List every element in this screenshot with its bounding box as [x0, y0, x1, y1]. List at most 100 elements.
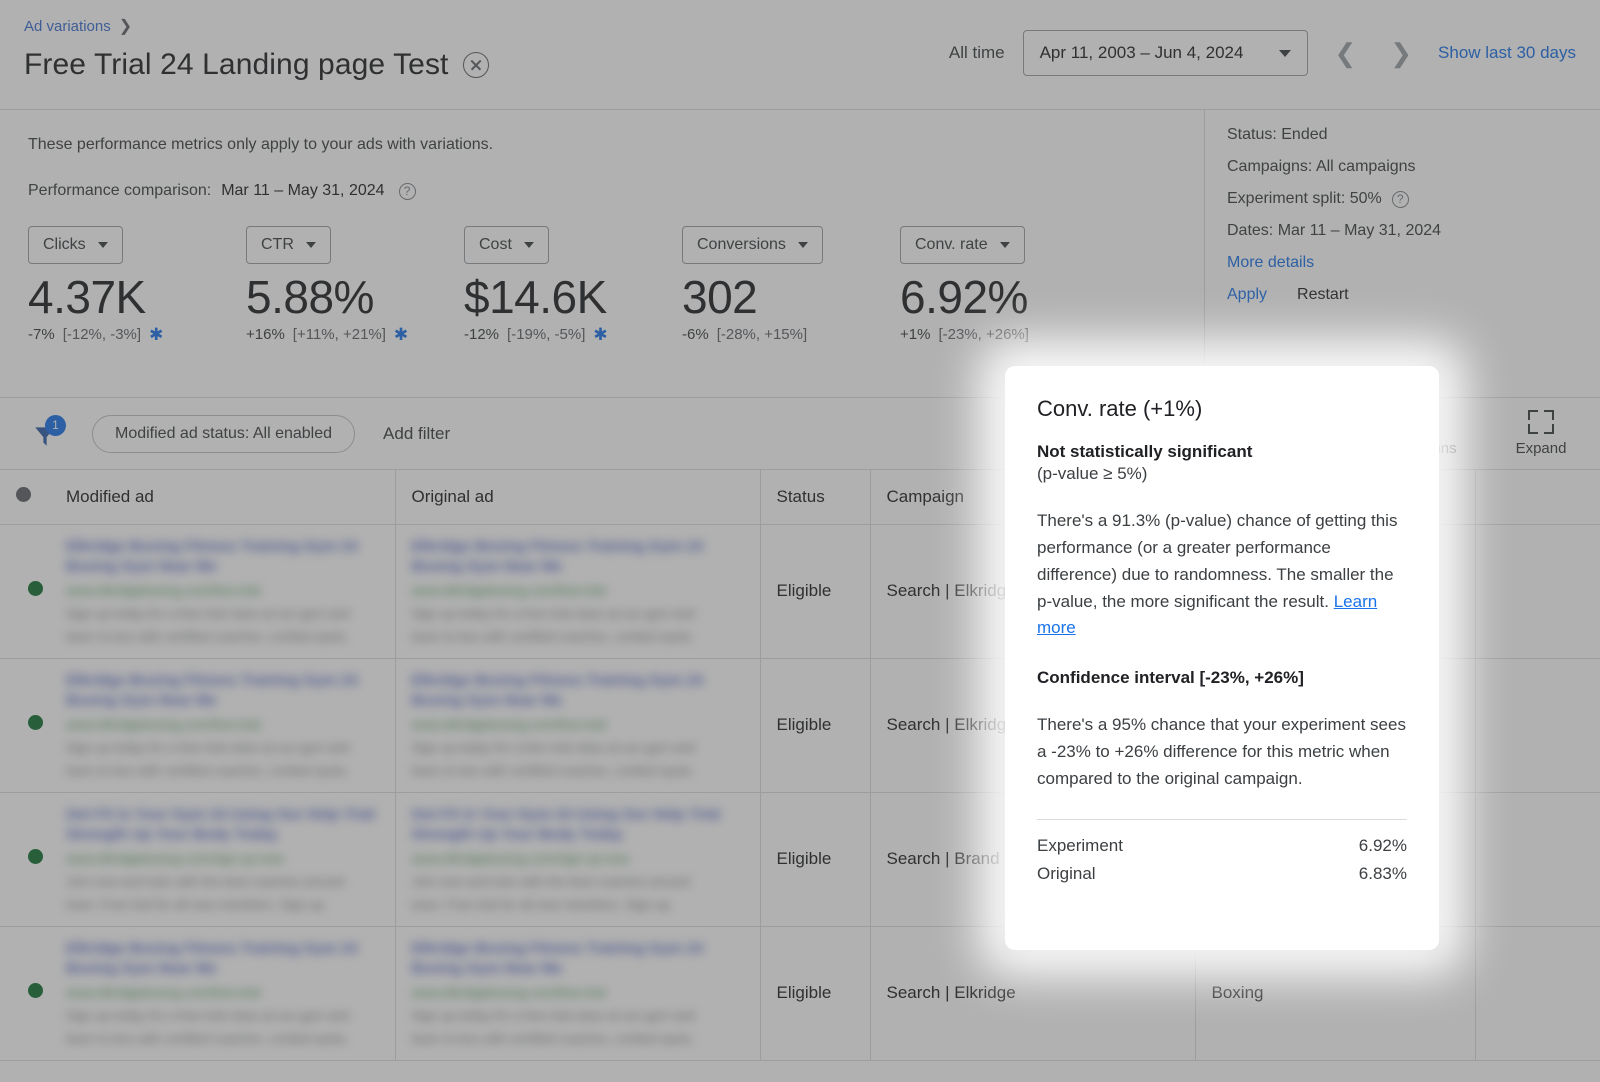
- cell-last: [1475, 926, 1600, 1061]
- tooltip-paragraph: There's a 91.3% (p-value) chance of gett…: [1037, 508, 1407, 642]
- metric-confidence-interval: [+11%, +21%]: [292, 326, 386, 343]
- row-status-dot: [0, 524, 50, 659]
- header-status-dot: [0, 470, 50, 525]
- cell-status: Eligible: [760, 524, 871, 659]
- metric-cards: Clicks 4.37K -7% [-12%, -3%] ✱ CTR 5.88%…: [28, 226, 1180, 343]
- header-status[interactable]: Status: [760, 470, 871, 525]
- chevron-down-icon: [797, 242, 808, 248]
- page-title: Free Trial 24 Landing page Test: [24, 48, 449, 81]
- metric-delta-row: -6% [-28%, +15%]: [682, 326, 832, 343]
- metric-selector-cost[interactable]: Cost: [464, 226, 549, 264]
- significance-star-icon: ✱: [149, 325, 164, 344]
- filter-icon-wrap[interactable]: 1: [30, 414, 66, 451]
- cell-modified-ad: Get Fit in Your Gym 24 Using Our Help Tr…: [50, 792, 396, 927]
- chevron-right-icon: ❯: [118, 18, 133, 35]
- tooltip-divider: [1037, 818, 1407, 820]
- performance-comparison-row: Performance comparison: Mar 11 – May 31,…: [28, 182, 1180, 200]
- next-period-button[interactable]: ❯: [1382, 40, 1420, 66]
- date-range-selector[interactable]: Apr 11, 2003 – Jun 4, 2024: [1022, 30, 1309, 76]
- tooltip-experiment-value: 6.92%: [1358, 835, 1407, 855]
- experiment-split: Experiment split: 50%: [1227, 190, 1382, 207]
- tooltip-ci-paragraph: There's a 95% chance that your experimen…: [1037, 715, 1406, 789]
- experiment-split-row: Experiment split: 50% ?: [1227, 190, 1600, 208]
- header-original-ad[interactable]: Original ad: [395, 470, 761, 525]
- summary-section: These performance metrics only apply to …: [0, 110, 1600, 398]
- chevron-down-icon: [1279, 49, 1292, 57]
- restart-button[interactable]: Restart: [1297, 286, 1349, 304]
- metric-value: 5.88%: [246, 271, 374, 323]
- performance-comparison-dates: Mar 11 – May 31, 2024: [221, 182, 385, 199]
- header-last[interactable]: [1475, 470, 1600, 525]
- tooltip-original-label: Original: [1037, 863, 1096, 883]
- header-modified-ad[interactable]: Modified ad: [50, 470, 396, 525]
- filter-chip-modified-ad-status[interactable]: Modified ad status: All enabled: [92, 414, 356, 453]
- metric-delta: +1%: [900, 326, 931, 343]
- metric-confidence-interval: [-19%, -5%]: [507, 326, 586, 343]
- help-icon[interactable]: ?: [1391, 190, 1409, 208]
- cell-last: [1475, 792, 1600, 927]
- cell-modified-ad: Elkridge Boxing Fitness Training Gym 24 …: [50, 658, 396, 793]
- cell-modified-ad: Elkridge Boxing Fitness Training Gym 24 …: [50, 926, 396, 1061]
- row-status-dot: [0, 926, 50, 1061]
- cell-original-ad: Elkridge Boxing Fitness Training Gym 24 …: [395, 658, 761, 793]
- top-header: Ad variations ❯ Free Trial 24 Landing pa…: [0, 0, 1600, 110]
- expand-button[interactable]: Expand: [1506, 410, 1576, 457]
- ad-creative-preview: Get Fit in Your Gym 24 Using Our Help Tr…: [66, 805, 375, 912]
- cell-last: [1475, 658, 1600, 793]
- cell-status: Eligible: [760, 792, 871, 927]
- more-details-link[interactable]: More details: [1227, 254, 1600, 272]
- ad-creative-preview: Elkridge Boxing Fitness Training Gym 24 …: [411, 537, 704, 644]
- metric-card-ctr: CTR 5.88% +16% [+11%, +21%] ✱: [246, 226, 408, 343]
- metric-delta-row: +16% [+11%, +21%] ✱: [246, 326, 408, 343]
- metric-selector-conversions[interactable]: Conversions: [682, 226, 823, 264]
- cell-original-ad: Elkridge Boxing Fitness Training Gym 24 …: [395, 926, 761, 1061]
- metric-delta-row: +1% [-23%, +26%]: [900, 326, 1050, 343]
- add-filter-button[interactable]: Add filter: [383, 424, 450, 444]
- metric-selector-conv-rate[interactable]: Conv. rate: [900, 226, 1025, 264]
- metric-selector-ctr[interactable]: CTR: [246, 226, 331, 264]
- experiment-status: Status: Ended: [1227, 126, 1328, 143]
- tooltip-original-row: Original 6.83%: [1037, 864, 1407, 884]
- metric-value: $14.6K: [464, 271, 607, 323]
- metric-value: 4.37K: [28, 271, 146, 323]
- help-icon[interactable]: ?: [398, 182, 416, 200]
- metric-card-conv-rate: Conv. rate 6.92% +1% [-23%, +26%]: [900, 226, 1050, 343]
- close-icon[interactable]: [462, 52, 489, 78]
- ad-creative-preview: Get Fit in Your Gym 24 Using Our Help Tr…: [411, 805, 721, 912]
- enabled-dot-icon: [28, 715, 43, 730]
- breadcrumb-link[interactable]: Ad variations: [24, 18, 111, 35]
- show-last-30-days-link[interactable]: Show last 30 days: [1438, 43, 1576, 63]
- ad-creative-preview: Elkridge Boxing Fitness Training Gym 24 …: [66, 939, 358, 1046]
- tooltip-significance: Not statistically significant: [1037, 442, 1253, 461]
- enabled-dot-icon: [28, 849, 43, 864]
- significance-star-icon: ✱: [393, 325, 409, 344]
- metric-confidence-interval: [-12%, -3%]: [62, 326, 142, 343]
- cell-modified-ad: Elkridge Boxing Fitness Training Gym 24 …: [50, 524, 396, 659]
- tooltip-pvalue-note: (p-value ≥ 5%): [1037, 464, 1148, 483]
- metric-name: Conv. rate: [915, 236, 988, 253]
- ad-creative-preview: Elkridge Boxing Fitness Training Gym 24 …: [411, 671, 704, 778]
- chevron-down-icon: [97, 242, 108, 248]
- previous-period-button[interactable]: ❮: [1326, 40, 1364, 66]
- enabled-dot-icon: [28, 983, 43, 998]
- cell-status: Eligible: [760, 926, 871, 1061]
- metric-name: CTR: [261, 236, 294, 253]
- tooltip-experiment-row: Experiment 6.92%: [1037, 836, 1407, 856]
- chevron-down-icon: [523, 242, 534, 248]
- metric-delta-row: -12% [-19%, -5%] ✱: [464, 326, 614, 343]
- metric-selector-clicks[interactable]: Clicks: [28, 226, 123, 264]
- experiment-details-panel: Status: Ended Campaigns: All campaigns E…: [1204, 110, 1600, 397]
- metrics-note: These performance metrics only apply to …: [28, 136, 494, 153]
- ad-creative-preview: Elkridge Boxing Fitness Training Gym 24 …: [66, 537, 358, 644]
- significance-star-icon: ✱: [593, 325, 608, 344]
- apply-button[interactable]: Apply: [1227, 286, 1267, 304]
- enabled-dot-icon: [28, 581, 43, 596]
- cell-last: [1475, 524, 1600, 659]
- metric-name: Conversions: [697, 236, 786, 253]
- cell-original-ad: Get Fit in Your Gym 24 Using Our Help Tr…: [395, 792, 761, 927]
- metric-value: 302: [682, 271, 758, 323]
- filter-count-badge: 1: [45, 414, 66, 436]
- metric-delta: -6%: [682, 326, 709, 343]
- row-status-dot: [0, 792, 50, 927]
- chevron-down-icon: [305, 242, 316, 248]
